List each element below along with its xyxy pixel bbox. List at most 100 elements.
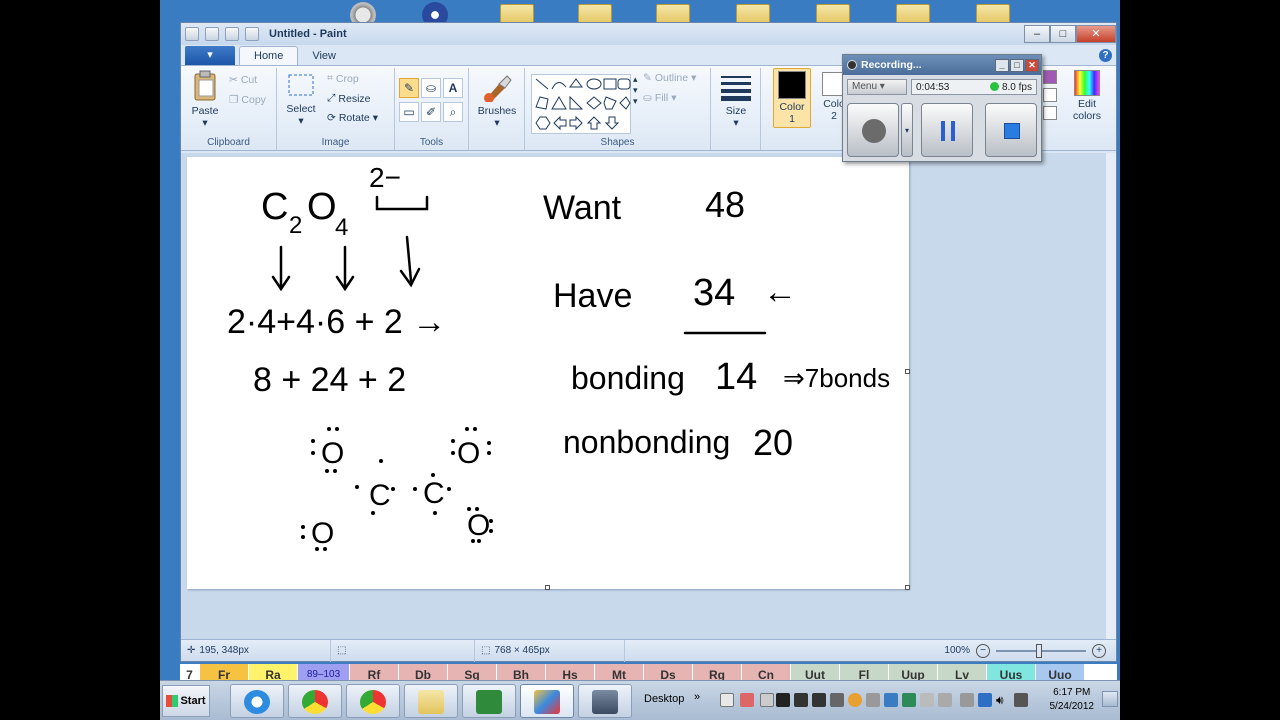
- close-button[interactable]: ✕: [1076, 25, 1116, 43]
- crop-button[interactable]: ⌗ Crop: [327, 72, 359, 85]
- tray-icon[interactable]: [960, 693, 974, 707]
- fill-button[interactable]: ⛀ Fill ▾: [643, 92, 677, 104]
- chevron-down-icon[interactable]: ▾: [671, 92, 676, 104]
- recorder-close-button[interactable]: ✕: [1025, 58, 1039, 72]
- taskbar-clock[interactable]: 6:17 PM 5/24/2012: [1050, 686, 1095, 714]
- magnifier-icon[interactable]: ⌕: [443, 102, 463, 122]
- resize-handle[interactable]: [905, 585, 910, 590]
- minimize-button[interactable]: –: [1024, 25, 1050, 43]
- recorder-minimize-button[interactable]: _: [995, 58, 1009, 72]
- brushes-button[interactable]: Brushes ▾: [475, 72, 519, 129]
- recorder-status: 0:04:53 8.0 fps: [911, 79, 1037, 95]
- size-button[interactable]: Size ▾: [717, 74, 755, 129]
- start-button[interactable]: Start: [162, 685, 210, 717]
- save-icon[interactable]: [205, 27, 219, 41]
- taskbar-chrome[interactable]: [346, 684, 400, 718]
- zoom-slider-thumb[interactable]: [1036, 643, 1042, 658]
- desktop-toolbar-label[interactable]: Desktop: [644, 693, 684, 705]
- undo-icon[interactable]: [225, 27, 239, 41]
- clipboard-group: Paste ▾ ✂ Cut ❐ Copy Clipboard: [181, 68, 277, 150]
- chevron-down-icon[interactable]: ▾: [187, 117, 223, 129]
- outline-icon: ✎: [643, 72, 652, 84]
- color1-button[interactable]: Color 1: [773, 68, 811, 128]
- shape-gallery[interactable]: [531, 74, 631, 134]
- maximize-button[interactable]: □: [1050, 25, 1076, 43]
- taskbar-ie[interactable]: [230, 684, 284, 718]
- text-tool-icon[interactable]: A: [443, 78, 463, 98]
- tray-icon[interactable]: [848, 693, 862, 707]
- paste-button[interactable]: Paste ▾: [187, 70, 223, 129]
- zoom-in-icon[interactable]: +: [1092, 643, 1106, 658]
- vertical-scrollbar[interactable]: [1106, 153, 1116, 640]
- taskbar-explorer[interactable]: [404, 684, 458, 718]
- tab-view[interactable]: View: [298, 47, 350, 65]
- chevron-down-icon[interactable]: ▾: [717, 117, 755, 129]
- shapes-scroll[interactable]: ▴ ▾ ▾: [633, 74, 638, 107]
- speaker-icon[interactable]: 🔊︎: [996, 693, 1010, 707]
- record-options-chevron[interactable]: ▾: [901, 103, 913, 157]
- edit-colors-label-2: colors: [1072, 110, 1101, 122]
- tray-icon[interactable]: [902, 693, 916, 707]
- start-label: Start: [180, 695, 206, 707]
- tray-icon[interactable]: [830, 693, 844, 707]
- tray-icon[interactable]: [920, 693, 934, 707]
- drawing-canvas[interactable]: C 2 O 4 2− 2·4+4·6 + 2 → 8 + 24 + 2 Want…: [187, 157, 910, 590]
- title-bar[interactable]: Untitled - Paint – □ ✕: [181, 23, 1116, 45]
- tray-icon[interactable]: [938, 693, 952, 707]
- edit-colors-button[interactable]: Edit colors: [1061, 68, 1113, 122]
- color-picker-icon[interactable]: ✐: [421, 102, 441, 122]
- select-button[interactable]: Select ▾: [283, 72, 319, 127]
- tray-icon[interactable]: [794, 693, 808, 707]
- resize-button[interactable]: ⤢ Resize: [327, 92, 371, 105]
- zoom-slider[interactable]: [996, 643, 1086, 658]
- record-button[interactable]: [847, 103, 899, 157]
- rotate-button[interactable]: ⟳ Rotate ▾: [327, 112, 378, 124]
- recorder-menu-dropdown[interactable]: Menu ▾: [847, 79, 907, 95]
- chevron-down-icon[interactable]: ▾: [691, 72, 696, 84]
- redo-icon[interactable]: [245, 27, 259, 41]
- charge-label: 2−: [369, 162, 401, 193]
- toolbar-chevron-icon[interactable]: »: [694, 691, 700, 703]
- help-icon[interactable]: ?: [1099, 49, 1112, 62]
- palette-swatch[interactable]: [1043, 106, 1057, 120]
- zoom-out-icon[interactable]: −: [976, 643, 990, 658]
- paint-app-icon[interactable]: [185, 27, 199, 41]
- formula-sub-2: 2: [289, 212, 302, 239]
- taskbar-excel[interactable]: [462, 684, 516, 718]
- tray-icon[interactable]: [812, 693, 826, 707]
- eraser-icon[interactable]: ▭: [399, 102, 419, 122]
- resize-handle[interactable]: [905, 369, 910, 374]
- tray-icon[interactable]: [978, 693, 992, 707]
- element-cell: Ds: [644, 664, 693, 680]
- outline-button[interactable]: ✎ Outline ▾: [643, 72, 696, 84]
- taskbar-paint[interactable]: [520, 684, 574, 718]
- palette-swatch[interactable]: [1043, 70, 1057, 84]
- tray-icon[interactable]: [866, 693, 880, 707]
- tray-icon[interactable]: [776, 693, 790, 707]
- pause-button[interactable]: [921, 103, 973, 157]
- tray-icon[interactable]: [884, 693, 898, 707]
- tab-home[interactable]: Home: [239, 46, 299, 65]
- tray-icon[interactable]: [760, 693, 774, 707]
- chevron-down-icon[interactable]: ▾: [283, 115, 319, 127]
- cut-button[interactable]: ✂ Cut: [229, 74, 257, 86]
- resize-handle[interactable]: [545, 585, 550, 590]
- network-icon[interactable]: [1014, 693, 1028, 707]
- element-cell: Ra: [249, 664, 298, 680]
- copy-button[interactable]: ❐ Copy: [229, 94, 266, 106]
- element-cell: Hs: [546, 664, 595, 680]
- taskbar-chrome[interactable]: [288, 684, 342, 718]
- stop-button[interactable]: [985, 103, 1037, 157]
- tray-icon[interactable]: [720, 693, 734, 707]
- recorder-maximize-button[interactable]: □: [1010, 58, 1024, 72]
- app-menu-button[interactable]: ▾: [185, 46, 235, 65]
- palette-swatch[interactable]: [1043, 88, 1057, 102]
- fill-bucket-icon[interactable]: ⛀: [421, 78, 441, 98]
- chevron-down-icon[interactable]: ▾: [475, 117, 519, 129]
- pencil-icon[interactable]: ✎: [399, 78, 419, 98]
- chevron-down-icon[interactable]: ▾: [373, 112, 378, 124]
- taskbar-recorder[interactable]: [578, 684, 632, 718]
- tray-icon[interactable]: [740, 693, 754, 707]
- show-desktop-button[interactable]: [1102, 691, 1118, 707]
- recorder-title-bar[interactable]: Recording... _ □ ✕: [843, 55, 1041, 75]
